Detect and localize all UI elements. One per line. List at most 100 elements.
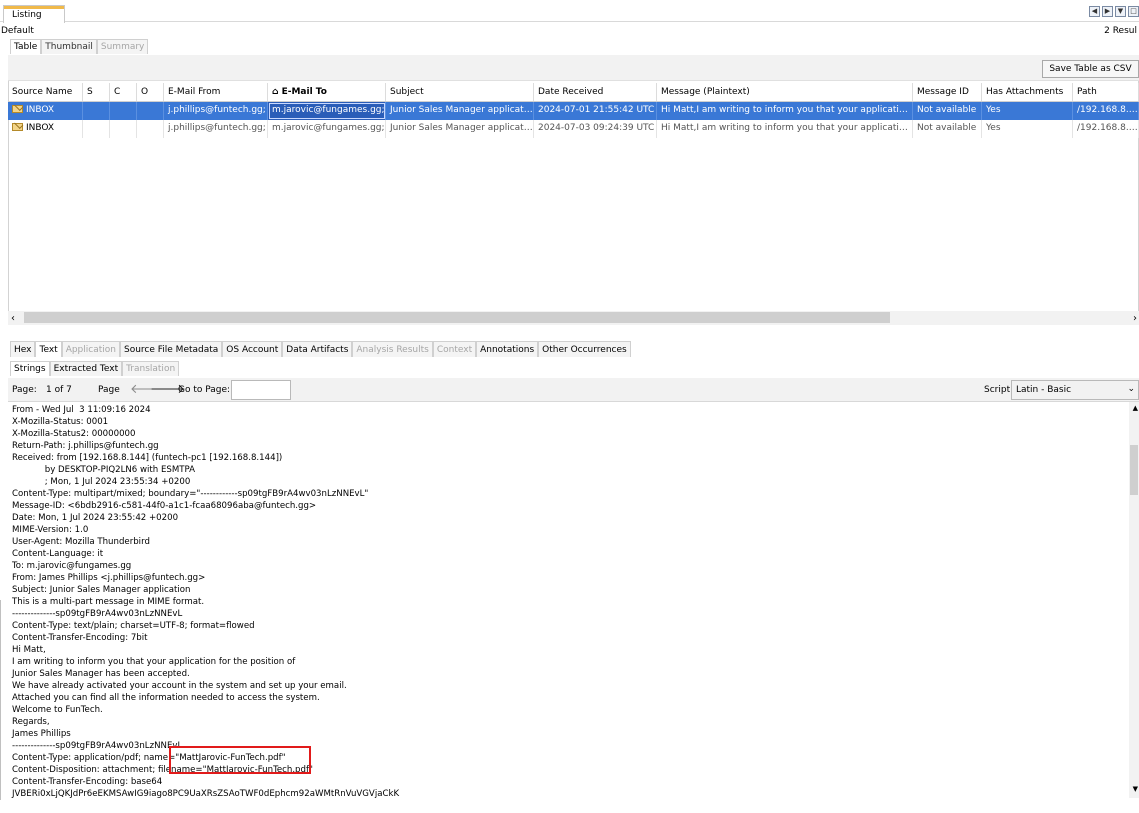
strings-text-area[interactable]: From - Wed Jul 3 11:09:16 2024 X-Mozilla-… (8, 402, 1129, 798)
text-line: Content-Type: text/plain; charset=UTF-8;… (12, 621, 255, 631)
results-table: Source Name S C O E-Mail From ⌂ E-Mail T… (8, 83, 1139, 138)
cell-email-to[interactable]: m.jarovic@fungames.gg; (268, 102, 386, 120)
text-line: JVBERi0xLjQKJdPr6eEKMSAwIG9iago8PC9UaXRs… (12, 789, 400, 798)
text-line: Hi Matt, (12, 645, 46, 655)
sort-indicator-icon: ⌂ (272, 87, 279, 97)
cell-path[interactable]: /192.168.8.14 (1073, 120, 1139, 138)
column-header-email-to[interactable]: ⌂ E-Mail To (268, 83, 386, 101)
scroll-down-icon[interactable]: ▼ (1133, 785, 1138, 793)
column-header-source-name[interactable]: Source Name (8, 83, 83, 101)
column-header-email-to-label: E-Mail To (281, 87, 327, 97)
cell-o[interactable] (137, 102, 164, 120)
cell-message-id[interactable]: Not available (913, 102, 982, 120)
tab-extracted-text[interactable]: Extracted Text (49, 361, 123, 376)
text-line: X-Mozilla-Status2: 00000000 (12, 429, 136, 439)
tab-thumbnail[interactable]: Thumbnail (41, 39, 97, 54)
cell-email-from[interactable]: j.phillips@funtech.gg; (164, 120, 268, 138)
tab-annotations[interactable]: Annotations (476, 341, 539, 357)
tab-table[interactable]: Table (10, 39, 42, 54)
text-line: --------------sp09tgFB9rA4wv03nLzNNEvL (12, 741, 183, 751)
table-header: Source Name S C O E-Mail From ⌂ E-Mail T… (8, 83, 1139, 102)
cell-email-to[interactable]: m.jarovic@fungames.gg; (268, 120, 386, 138)
tab-context: Context (432, 341, 477, 357)
column-header-message[interactable]: Message (Plaintext) (657, 83, 913, 101)
table-row[interactable]: INBOX j.phillips@funtech.gg; m.jarovic@f… (8, 120, 1139, 138)
cell-subject[interactable]: Junior Sales Manager application (386, 120, 534, 138)
nav-back-icon[interactable]: ◀ (1089, 6, 1100, 17)
dropdown-icon[interactable]: ▼ (1115, 6, 1126, 17)
table-row[interactable]: INBOX j.phillips@funtech.gg; m.jarovic@f… (8, 102, 1139, 120)
maximize-icon[interactable]: □ (1128, 6, 1139, 17)
column-header-has-attachments[interactable]: Has Attachments (982, 83, 1073, 101)
column-header-message-id[interactable]: Message ID (913, 83, 982, 101)
chevron-down-icon: ⌄ (1127, 384, 1135, 394)
column-header-email-from[interactable]: E-Mail From (164, 83, 268, 101)
content-viewer-tabs: Hex Text Application Source File Metadat… (10, 341, 631, 357)
scroll-right-icon[interactable]: › (1133, 313, 1137, 324)
cell-s[interactable] (83, 102, 110, 120)
cell-s[interactable] (83, 120, 110, 138)
text-line: James Phillips (12, 729, 71, 739)
page-label: Page: (12, 385, 37, 395)
cell-o[interactable] (137, 120, 164, 138)
text-line: We have already activated your account i… (12, 681, 347, 691)
cell-source-name-text: INBOX (26, 105, 55, 115)
tab-data-artifacts[interactable]: Data Artifacts (282, 341, 353, 357)
listing-context-label: Default (1, 26, 34, 36)
cell-source-name[interactable]: INBOX (8, 120, 83, 138)
script-label: Script: (984, 385, 1014, 395)
text-line: ; Mon, 1 Jul 2024 23:55:34 +0200 (12, 477, 191, 487)
cell-date-received[interactable]: 2024-07-03 09:24:39 UTC (534, 120, 657, 138)
column-header-subject[interactable]: Subject (386, 83, 534, 101)
top-tab-strip (0, 0, 1139, 22)
results-toolbar (8, 55, 1139, 81)
column-header-path[interactable]: Path (1073, 83, 1139, 101)
cell-has-attachments[interactable]: Yes (982, 120, 1073, 138)
email-icon (12, 123, 23, 131)
column-header-o[interactable]: O (137, 83, 164, 101)
page-word: Page (98, 385, 120, 395)
script-select-value: Latin - Basic (1016, 385, 1072, 395)
cell-c[interactable] (110, 120, 137, 138)
tab-text[interactable]: Text (35, 341, 62, 357)
tab-application: Application (61, 341, 120, 357)
cell-message[interactable]: Hi Matt,I am writing to inform you that … (657, 120, 913, 138)
tab-source-file-metadata[interactable]: Source File Metadata (119, 341, 223, 357)
tab-listing[interactable]: Listing (3, 5, 65, 23)
goto-page-input[interactable] (231, 380, 291, 400)
text-line: Regards, (12, 717, 50, 727)
scroll-up-icon[interactable]: ▲ (1133, 404, 1138, 412)
script-select[interactable]: Latin - Basic ⌄ (1011, 380, 1139, 400)
page-value: 1 of 7 (46, 385, 72, 395)
text-line: --------------sp09tgFB9rA4wv03nLzNNEvL (12, 609, 183, 619)
scroll-left-icon[interactable]: ‹ (11, 313, 15, 324)
cell-c[interactable] (110, 102, 137, 120)
cell-email-from[interactable]: j.phillips@funtech.gg; (164, 102, 268, 120)
text-line: This is a multi-part message in MIME for… (12, 597, 205, 607)
cell-path[interactable]: /192.168.8.14 (1073, 102, 1139, 120)
cell-has-attachments[interactable]: Yes (982, 102, 1073, 120)
tab-hex[interactable]: Hex (10, 341, 36, 357)
tab-other-occurrences[interactable]: Other Occurrences (538, 341, 631, 357)
tab-os-account[interactable]: OS Account (222, 341, 283, 357)
window-nav-buttons: ◀ ▶ ▼ □ (1089, 6, 1139, 17)
column-header-date-received[interactable]: Date Received (534, 83, 657, 101)
cell-subject[interactable]: Junior Sales Manager application (386, 102, 534, 120)
text-line: Date: Mon, 1 Jul 2024 23:55:42 +0200 (12, 513, 179, 523)
cell-source-name[interactable]: INBOX (8, 102, 83, 120)
cell-date-received[interactable]: 2024-07-01 21:55:42 UTC (534, 102, 657, 120)
cell-message[interactable]: Hi Matt,I am writing to inform you that … (657, 102, 913, 120)
nav-forward-icon[interactable]: ▶ (1102, 6, 1113, 17)
text-line: X-Mozilla-Status: 0001 (12, 417, 109, 427)
text-line: From - Wed Jul 3 11:09:16 2024 (12, 405, 151, 415)
vertical-scroll-thumb[interactable] (1130, 445, 1138, 495)
column-header-c[interactable]: C (110, 83, 137, 101)
cell-message-id[interactable]: Not available (913, 120, 982, 138)
text-line: Subject: Junior Sales Manager applicatio… (12, 585, 191, 595)
save-table-csv-button[interactable]: Save Table as CSV (1042, 60, 1139, 78)
cell-source-name-text: INBOX (26, 123, 55, 133)
text-line: To: m.jarovic@fungames.gg (12, 561, 132, 571)
horizontal-scroll-thumb[interactable] (24, 312, 890, 323)
tab-strings[interactable]: Strings (10, 361, 50, 376)
column-header-s[interactable]: S (83, 83, 110, 101)
